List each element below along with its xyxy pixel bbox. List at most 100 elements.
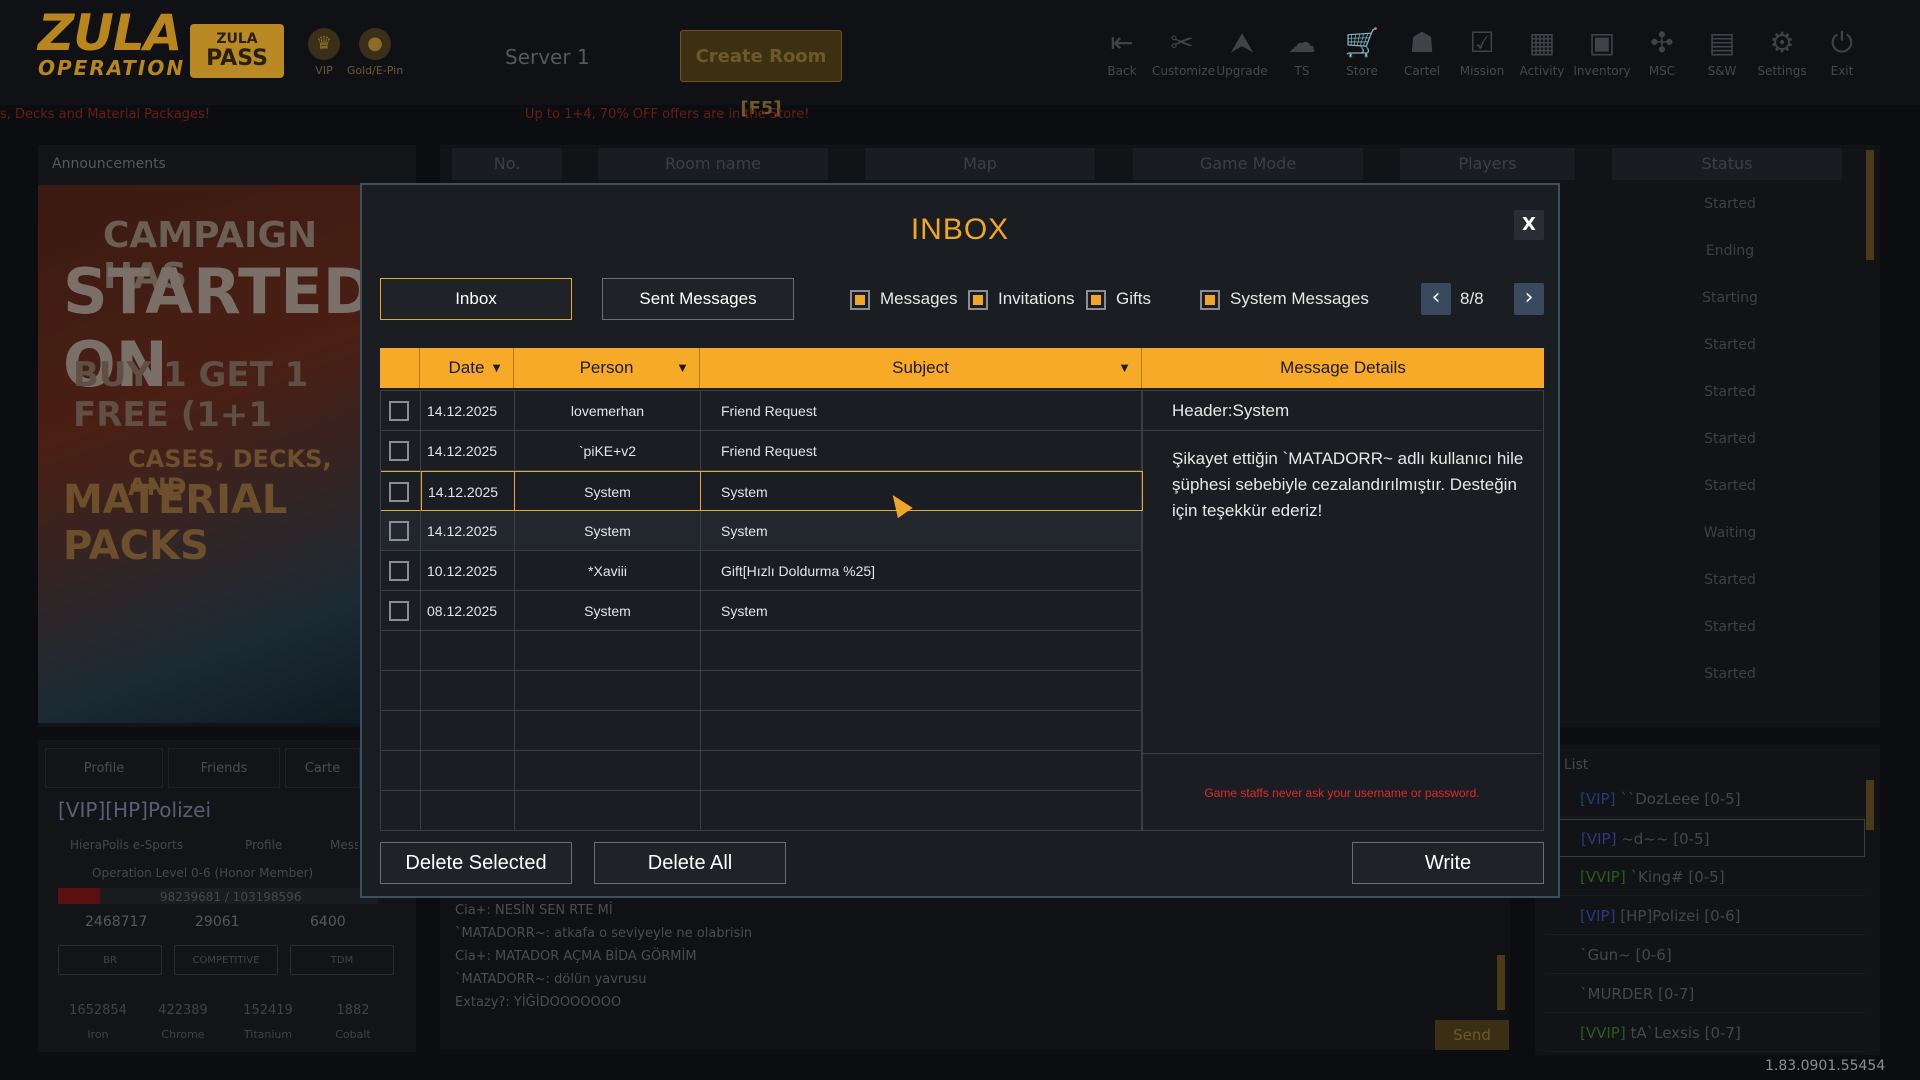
nav-cartel[interactable]: ☗ Cartel — [1392, 26, 1452, 78]
row-checkbox[interactable] — [389, 441, 409, 461]
header-date[interactable]: Date ▼ — [420, 348, 514, 388]
sort-down-icon: ▼ — [676, 360, 689, 375]
write-button[interactable]: Write — [1352, 842, 1544, 884]
tab-sent-messages[interactable]: Sent Messages — [602, 278, 794, 320]
nav-exit[interactable]: ⏻ Exit — [1812, 26, 1872, 78]
room-status: Started — [1704, 666, 1756, 682]
room-header-name[interactable]: Room name — [598, 148, 828, 180]
row-checkbox[interactable] — [389, 561, 409, 581]
room-header-map[interactable]: Map — [865, 148, 1095, 180]
create-room-button[interactable]: Create Room [F5] — [680, 30, 842, 119]
player-item[interactable]: [VIP] ~d~~ [0-5] — [1545, 819, 1865, 857]
nav-back[interactable]: ⇤ Back — [1092, 26, 1152, 78]
player-item[interactable]: [VIP] [HP]Polizei [0-6] — [1545, 897, 1865, 935]
room-scrollbar[interactable] — [1866, 150, 1874, 260]
cart-icon: 🛒 — [1344, 26, 1380, 59]
tab-cartel[interactable]: Carte — [285, 748, 360, 788]
room-header-no[interactable]: No. — [452, 148, 562, 180]
header-subject[interactable]: Subject ▼ — [700, 348, 1142, 388]
gold-epin-button[interactable]: ● Gold/E-Pin — [344, 28, 406, 77]
row-subject: Gift[Hızlı Doldurma %25] — [701, 551, 1143, 591]
mode-tdm[interactable]: TDM — [290, 945, 394, 975]
vip-button[interactable]: ♛ VIP — [304, 28, 344, 77]
table-row[interactable]: 10.12.2025 *Xaviii Gift[Hızlı Doldurma %… — [381, 551, 1143, 591]
announcement-banner[interactable]: CAMPAIGN HAS STARTED ON BUY 1 GET 1 FREE… — [38, 185, 378, 723]
mode-competitive[interactable]: COMPETITIVE — [174, 945, 278, 975]
nav-store[interactable]: 🛒 Store — [1332, 26, 1392, 78]
nav-settings[interactable]: ⚙ Settings — [1752, 26, 1812, 78]
nav-sw[interactable]: ▤ S&W — [1692, 26, 1752, 78]
sort-down-icon: ▼ — [1118, 360, 1131, 375]
wallet-icon: ▤ — [1708, 26, 1736, 59]
player-item[interactable]: `Gun~ [0-6] — [1545, 936, 1865, 974]
delete-all-button[interactable]: Delete All — [594, 842, 786, 884]
table-row-hovered[interactable]: 14.12.2025 System System — [381, 511, 1143, 551]
chat-line: `MATADORR~: dölün yavrusu — [455, 972, 647, 987]
delete-selected-button[interactable]: Delete Selected — [380, 842, 572, 884]
filter-label: Messages — [880, 289, 958, 308]
player-scrollbar[interactable] — [1866, 780, 1874, 830]
row-checkbox[interactable] — [389, 482, 409, 502]
row-checkbox[interactable] — [389, 601, 409, 621]
nav-mission[interactable]: ☑ Mission — [1452, 26, 1512, 78]
table-row-selected[interactable]: 14.12.2025 System System — [381, 471, 1143, 511]
chat-scrollbar[interactable] — [1497, 955, 1505, 1010]
chevron-left-icon: ‹ — [1431, 285, 1441, 310]
version-label: 1.83.0901.55454 — [1765, 1058, 1886, 1074]
filter-system-messages[interactable]: System Messages — [1200, 289, 1369, 310]
tab-profile[interactable]: Profile — [45, 748, 163, 788]
gear-icon: ⚙ — [1769, 26, 1795, 59]
clan-name[interactable]: HieraPolis e-Sports — [70, 838, 183, 852]
player-item[interactable]: [VVIP] `King# [0-5] — [1545, 858, 1865, 896]
nav-inventory[interactable]: ▣ Inventory — [1572, 26, 1632, 78]
nav-upgrade[interactable]: ⮝ Upgrade — [1212, 26, 1272, 78]
room-header-players[interactable]: Players — [1400, 148, 1575, 180]
player-item[interactable]: [VVIP] tA`Lexsis [0-7] — [1545, 1014, 1865, 1052]
profile-button[interactable]: Profile — [245, 838, 282, 852]
room-status: Started — [1704, 196, 1756, 212]
player-item[interactable]: `MURDER [0-7] — [1545, 975, 1865, 1013]
filter-invitations[interactable]: Invitations — [968, 289, 1075, 310]
row-date: 14.12.2025 — [421, 471, 515, 511]
room-header-status[interactable]: Status — [1612, 148, 1842, 180]
player-item[interactable]: [VIP] ``DozLeee [0-5] — [1545, 780, 1865, 818]
close-button[interactable]: X — [1514, 210, 1544, 240]
row-select-cell — [381, 511, 421, 551]
next-page-button[interactable]: › — [1514, 283, 1544, 315]
room-status: Started — [1704, 619, 1756, 635]
empty-row — [381, 751, 1143, 791]
nav-ts[interactable]: ☁ TS — [1272, 26, 1332, 78]
room-header-mode[interactable]: Game Mode — [1133, 148, 1363, 180]
table-row[interactable]: 14.12.2025 lovemerhan Friend Request — [381, 391, 1143, 431]
server-label[interactable]: Server 1 — [505, 45, 590, 69]
table-row[interactable]: 08.12.2025 System System — [381, 591, 1143, 631]
marquee-right: Up to 1+4, 70% OFF offers are in the Sto… — [525, 107, 810, 122]
zula-pass-button[interactable]: ZULA PASS — [190, 24, 284, 78]
nav-activity[interactable]: ▦ Activity — [1512, 26, 1572, 78]
nav-customize[interactable]: ✂ Customize — [1152, 26, 1215, 78]
nav-msc[interactable]: ✣ MSC — [1632, 26, 1692, 78]
table-row[interactable]: 14.12.2025 `piKE+v2 Friend Request — [381, 431, 1143, 471]
room-status: Started — [1704, 572, 1756, 588]
room-status: Starting — [1702, 290, 1758, 306]
header-person[interactable]: Person ▼ — [514, 348, 700, 388]
row-checkbox[interactable] — [389, 401, 409, 421]
empty-row — [381, 791, 1143, 831]
detail-body: Şikayet ettiğin `MATADORR~ adlı kullanıc… — [1172, 449, 1524, 520]
row-checkbox[interactable] — [389, 521, 409, 541]
empty-row — [381, 671, 1143, 711]
room-status: Started — [1704, 337, 1756, 353]
filter-messages[interactable]: Messages — [850, 289, 958, 310]
mode-br[interactable]: BR — [58, 945, 162, 975]
prev-page-button[interactable]: ‹ — [1421, 283, 1451, 315]
empty-row — [381, 631, 1143, 671]
tab-friends[interactable]: Friends — [168, 748, 280, 788]
message-button[interactable]: Mess — [330, 838, 358, 852]
send-button[interactable]: Send — [1435, 1020, 1509, 1050]
filter-gifts[interactable]: Gifts — [1086, 289, 1151, 310]
row-person: lovemerhan — [515, 391, 701, 431]
resource-titanium-value: 152419 — [243, 1003, 293, 1018]
tab-inbox[interactable]: Inbox — [380, 278, 572, 320]
player-name: ``DozLeee [0-5] — [1620, 790, 1741, 808]
message-details-panel: Header:System Şikayet ettiğin `MATADORR~… — [1142, 390, 1544, 831]
